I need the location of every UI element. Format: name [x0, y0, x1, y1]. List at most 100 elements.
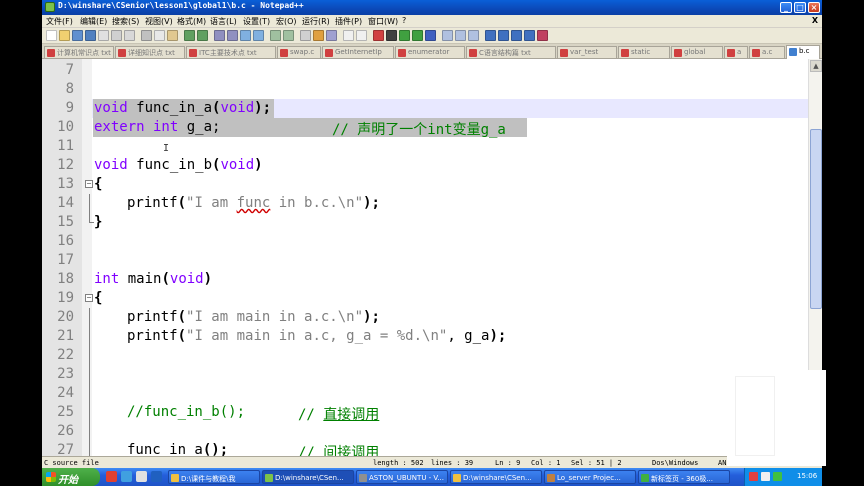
- redo-icon[interactable]: [197, 30, 208, 41]
- title-bar[interactable]: D:\winshare\CSenior\lesson1\global1\b.c …: [42, 0, 822, 15]
- toolbar-extra-icon-7[interactable]: [524, 30, 535, 41]
- close-document-icon[interactable]: X: [812, 16, 818, 25]
- code-editor[interactable]: 7 8 9 void func_in_a(void); 10 extern in…: [42, 59, 808, 456]
- file-icon: [469, 49, 477, 57]
- taskbar-item-active[interactable]: D:\winshare\CSen...: [262, 470, 354, 484]
- quicklaunch-icon[interactable]: [151, 471, 162, 482]
- code-line: 10 extern int g_a; // 声明了一个int变量g_a: [42, 118, 808, 138]
- save-macro-icon[interactable]: [425, 30, 436, 41]
- tab-document[interactable]: C语言结构篇 txt: [466, 46, 556, 58]
- toolbar-extra-icon-8[interactable]: [537, 30, 548, 41]
- keyword: int: [94, 271, 120, 287]
- quicklaunch-icon[interactable]: [121, 471, 132, 482]
- paste-icon[interactable]: [167, 30, 178, 41]
- screen-border: [822, 0, 864, 486]
- quicklaunch-icon[interactable]: [106, 471, 117, 482]
- open-file-icon[interactable]: [59, 30, 70, 41]
- undo-icon[interactable]: [184, 30, 195, 41]
- menu-macro[interactable]: 宏(O): [276, 16, 297, 27]
- zoom-out-icon[interactable]: [253, 30, 264, 41]
- all-chars-icon[interactable]: [313, 30, 324, 41]
- toolbar-extra-icon-6[interactable]: [511, 30, 522, 41]
- zoom-in-icon[interactable]: [240, 30, 251, 41]
- tab-document[interactable]: var_test: [557, 46, 617, 58]
- fold-collapse-icon[interactable]: −: [85, 180, 93, 188]
- taskbar-item[interactable]: ASTON_UBUNTU - V...: [356, 470, 448, 484]
- tab-document[interactable]: ITC主要技术点 txt: [186, 46, 276, 58]
- tab-document[interactable]: 计算机常识点 txt: [44, 46, 114, 58]
- fold-collapse-icon[interactable]: −: [85, 294, 93, 302]
- copy-icon[interactable]: [154, 30, 165, 41]
- toolbar-extra-icon-1[interactable]: [442, 30, 453, 41]
- tab-document[interactable]: GetInternetIp: [322, 46, 394, 58]
- sync-v-icon[interactable]: [270, 30, 281, 41]
- taskbar-item[interactable]: D:\课件与教程\我: [168, 470, 260, 484]
- tab-document[interactable]: global: [671, 46, 723, 58]
- taskbar-item[interactable]: 新标签页 - 360极...: [638, 470, 730, 484]
- maximize-button[interactable]: □: [794, 2, 806, 13]
- tab-document[interactable]: a: [724, 46, 748, 58]
- record-macro-icon[interactable]: [373, 30, 384, 41]
- toolbar-extra-icon-5[interactable]: [498, 30, 509, 41]
- tray-icon[interactable]: [749, 472, 758, 481]
- toolbar-extra-icon-4[interactable]: [485, 30, 496, 41]
- tray-icon[interactable]: [761, 472, 770, 481]
- doc-map-icon[interactable]: [356, 30, 367, 41]
- tab-document-active[interactable]: b.c: [786, 45, 820, 59]
- taskbar-item[interactable]: D:\winshare\CSen...: [450, 470, 542, 484]
- menu-run[interactable]: 运行(R): [302, 16, 330, 27]
- print-icon[interactable]: [124, 30, 135, 41]
- tab-document[interactable]: swap.c: [277, 46, 321, 58]
- toolbar-extra-icon-2[interactable]: [455, 30, 466, 41]
- menu-plugins[interactable]: 插件(P): [335, 16, 362, 27]
- play-macro-icon[interactable]: [399, 30, 410, 41]
- close-file-icon[interactable]: [98, 30, 109, 41]
- tab-document[interactable]: a.c: [749, 46, 785, 58]
- sync-h-icon[interactable]: [283, 30, 294, 41]
- find-icon[interactable]: [214, 30, 225, 41]
- code-line: 7: [42, 61, 808, 80]
- tray-icon[interactable]: [773, 472, 782, 481]
- save-icon[interactable]: [72, 30, 83, 41]
- identifier: printf: [127, 328, 178, 344]
- menu-window[interactable]: 窗口(W): [368, 16, 398, 27]
- scroll-up-icon[interactable]: ▲: [810, 60, 822, 72]
- clock[interactable]: 15:06: [797, 472, 817, 480]
- quicklaunch-icon[interactable]: [136, 471, 147, 482]
- menu-settings[interactable]: 设置(T): [243, 16, 270, 27]
- replace-icon[interactable]: [227, 30, 238, 41]
- tab-document[interactable]: static: [618, 46, 670, 58]
- close-button[interactable]: ×: [808, 2, 820, 13]
- menu-view[interactable]: 视图(V): [145, 16, 173, 27]
- line-number: 27: [57, 442, 74, 456]
- string: "I am main in a.c.\n": [186, 309, 364, 325]
- menu-search[interactable]: 搜索(S): [112, 16, 139, 27]
- tab-document[interactable]: 详细知识点 txt: [115, 46, 185, 58]
- save-all-icon[interactable]: [85, 30, 96, 41]
- play-multiple-icon[interactable]: [412, 30, 423, 41]
- start-button[interactable]: 开始: [42, 468, 100, 486]
- wrap-icon[interactable]: [300, 30, 311, 41]
- file-icon: [47, 49, 55, 57]
- indent-guide-icon[interactable]: [326, 30, 337, 41]
- document-tabs: 计算机常识点 txt 详细知识点 txt ITC主要技术点 txt swap.c…: [42, 44, 822, 59]
- menu-help[interactable]: ?: [402, 16, 406, 25]
- menu-edit[interactable]: 编辑(E): [80, 16, 107, 27]
- brace: {: [94, 290, 103, 306]
- status-sel: Sel : 51 | 2: [571, 459, 622, 467]
- stop-macro-icon[interactable]: [386, 30, 397, 41]
- minimize-button[interactable]: _: [780, 2, 792, 13]
- scroll-thumb[interactable]: [810, 129, 822, 309]
- taskbar-item[interactable]: Lo_server Projec...: [544, 470, 636, 484]
- new-file-icon[interactable]: [46, 30, 57, 41]
- menu-format[interactable]: 格式(M): [177, 16, 206, 27]
- close-all-icon[interactable]: [111, 30, 122, 41]
- cut-icon[interactable]: [141, 30, 152, 41]
- status-filetype: C source file: [44, 459, 99, 467]
- menu-file[interactable]: 文件(F): [46, 16, 73, 27]
- lang-icon[interactable]: [343, 30, 354, 41]
- tab-document[interactable]: enumerator: [395, 46, 465, 58]
- toolbar-extra-icon-3[interactable]: [468, 30, 479, 41]
- menu-language[interactable]: 语言(L): [210, 16, 237, 27]
- brace: }: [94, 214, 103, 230]
